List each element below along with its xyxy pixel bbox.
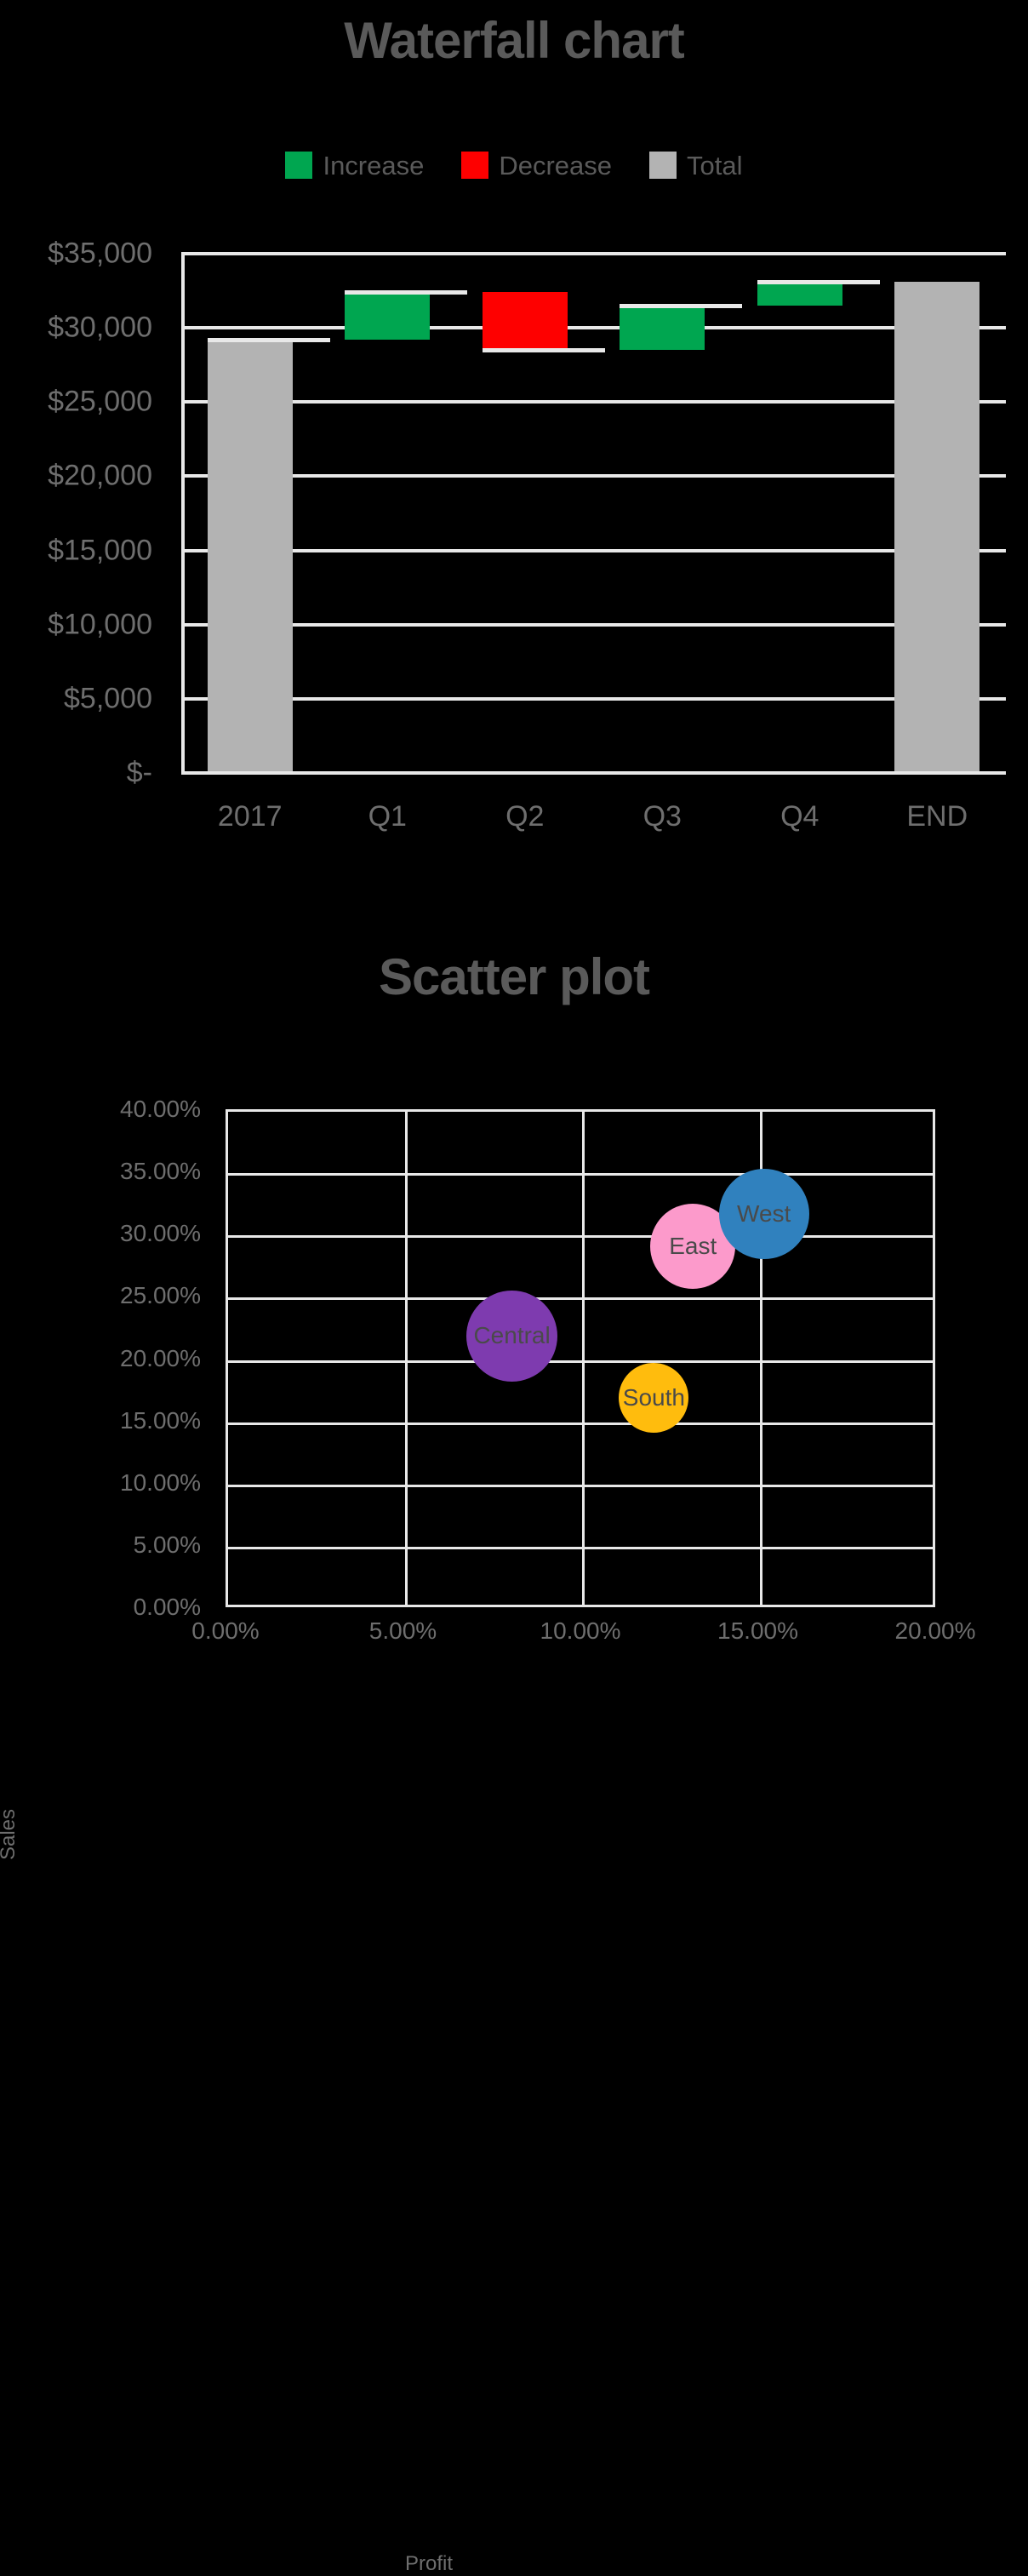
legend-swatch-decrease [461,152,489,179]
waterfall-x-tick-label: Q1 [368,800,407,833]
waterfall-bar-q3[interactable] [620,306,705,351]
scatter-y-tick-label: 5.00% [133,1531,201,1558]
legend-item-increase[interactable]: Increase [285,152,424,179]
scatter-bubble-west[interactable]: West [718,1168,809,1259]
scatter-horizontal-gridline [228,1360,933,1363]
scatter-y-tick-label: 40.00% [120,1096,201,1122]
scatter-y-tick-label: 35.00% [120,1158,201,1185]
scatter-y-tick-label: 15.00% [120,1406,201,1434]
scatter-x-tick-label: 20.00% [894,1617,976,1644]
waterfall-bar-2017[interactable] [207,340,293,773]
scatter-horizontal-gridline [228,1173,933,1176]
waterfall-x-tick-label: 2017 [217,800,283,833]
legend-swatch-total [649,152,677,179]
waterfall-x-tick-label: Q3 [642,800,682,833]
scatter-bubble-label: West [737,1199,791,1227]
waterfall-x-axis-line [181,771,1006,775]
waterfall-y-tick-label: $10,000 [48,608,152,641]
scatter-x-axis-labels: 0.00% 5.00% 10.00% 15.00% 20.00% [191,1617,975,1655]
scatter-horizontal-gridline [228,1546,933,1549]
scatter-y-axis-title: Sales [0,1808,20,1860]
waterfall-y-tick-label: $15,000 [48,534,152,567]
legend-label-increase: Increase [323,150,425,180]
waterfall-connector [620,304,743,308]
scatter-y-tick-label: 0.00% [133,1594,201,1620]
scatter-y-tick-label: 25.00% [120,1282,201,1309]
scatter-x-tick-label: 0.00% [191,1617,260,1644]
waterfall-x-tick-label: Q4 [780,800,820,833]
waterfall-x-axis-labels: 2017 Q1 Q2 Q3 Q4 END [181,800,1006,843]
waterfall-connector [345,290,468,295]
waterfall-gridline [181,400,1006,404]
waterfall-gridline [181,622,1006,627]
waterfall-gridline [181,252,1006,255]
waterfall-gridline [181,474,1006,478]
waterfall-bar-q2[interactable] [482,292,568,351]
waterfall-chart-panel: Waterfall chart Increase Decrease Total … [0,0,1028,851]
scatter-horizontal-gridline [228,1484,933,1487]
waterfall-bar-end[interactable] [894,282,980,773]
waterfall-connector [207,338,330,343]
scatter-horizontal-gridline [228,1235,933,1239]
legend-item-decrease[interactable]: Decrease [461,152,612,179]
waterfall-bar-q4[interactable] [757,282,842,306]
waterfall-x-tick-label: END [906,800,968,833]
waterfall-y-tick-label: $20,000 [48,459,152,492]
scatter-bubble-label: South [622,1384,685,1411]
waterfall-y-axis-line [181,254,185,773]
waterfall-x-tick-label: Q2 [505,800,545,833]
waterfall-y-tick-label: $25,000 [48,385,152,418]
scatter-y-tick-label: 20.00% [120,1344,201,1371]
scatter-bubble-label: Central [473,1322,551,1349]
waterfall-gridline [181,326,1006,330]
waterfall-chart-title: Waterfall chart [344,12,685,69]
legend-item-total[interactable]: Total [649,150,743,180]
waterfall-y-tick-label: $- [126,756,152,789]
waterfall-gridline [181,696,1006,701]
waterfall-y-axis-labels: $35,000 $30,000 $25,000 $20,000 $15,000 $10,0… [0,238,166,789]
scatter-y-axis-labels: 40.00% 35.00% 30.00% 25.00% 20.00% 15.00% 10.0… [51,1096,213,1620]
scatter-x-tick-label: 5.00% [368,1617,437,1644]
scatter-horizontal-gridline [228,1422,933,1425]
waterfall-connector [757,280,880,285]
scatter-plot-area: Central South East West [226,1109,935,1607]
legend-label-total: Total [687,150,743,180]
scatter-y-tick-label: 30.00% [120,1220,201,1247]
waterfall-legend: Increase Decrease Total [0,152,1028,179]
waterfall-plot-area [181,252,1006,775]
scatter-bubble-label: East [669,1232,717,1259]
waterfall-y-tick-label: $30,000 [48,311,152,344]
waterfall-y-tick-label: $35,000 [48,237,152,270]
waterfall-gridline [181,548,1006,552]
scatter-plot-panel: Scatter plot 40.00% 35.00% 30.00% 25.00% 20.… [0,851,1028,2576]
scatter-vertical-gridline [582,1112,585,1605]
scatter-horizontal-gridline [228,1297,933,1301]
waterfall-bar-q1[interactable] [345,292,431,341]
scatter-plot-title: Scatter plot [378,948,650,1005]
legend-swatch-increase [285,152,313,179]
waterfall-connector [482,348,605,353]
legend-label-decrease: Decrease [499,150,613,180]
scatter-x-tick-label: 10.00% [540,1617,621,1644]
scatter-x-axis-title: Profit [404,2552,453,2575]
scatter-bubble-central[interactable]: Central [466,1290,558,1382]
scatter-x-tick-label: 15.00% [717,1617,798,1644]
scatter-y-tick-label: 10.00% [120,1468,201,1496]
waterfall-y-tick-label: $5,000 [64,682,152,715]
scatter-vertical-gridline [404,1112,408,1605]
